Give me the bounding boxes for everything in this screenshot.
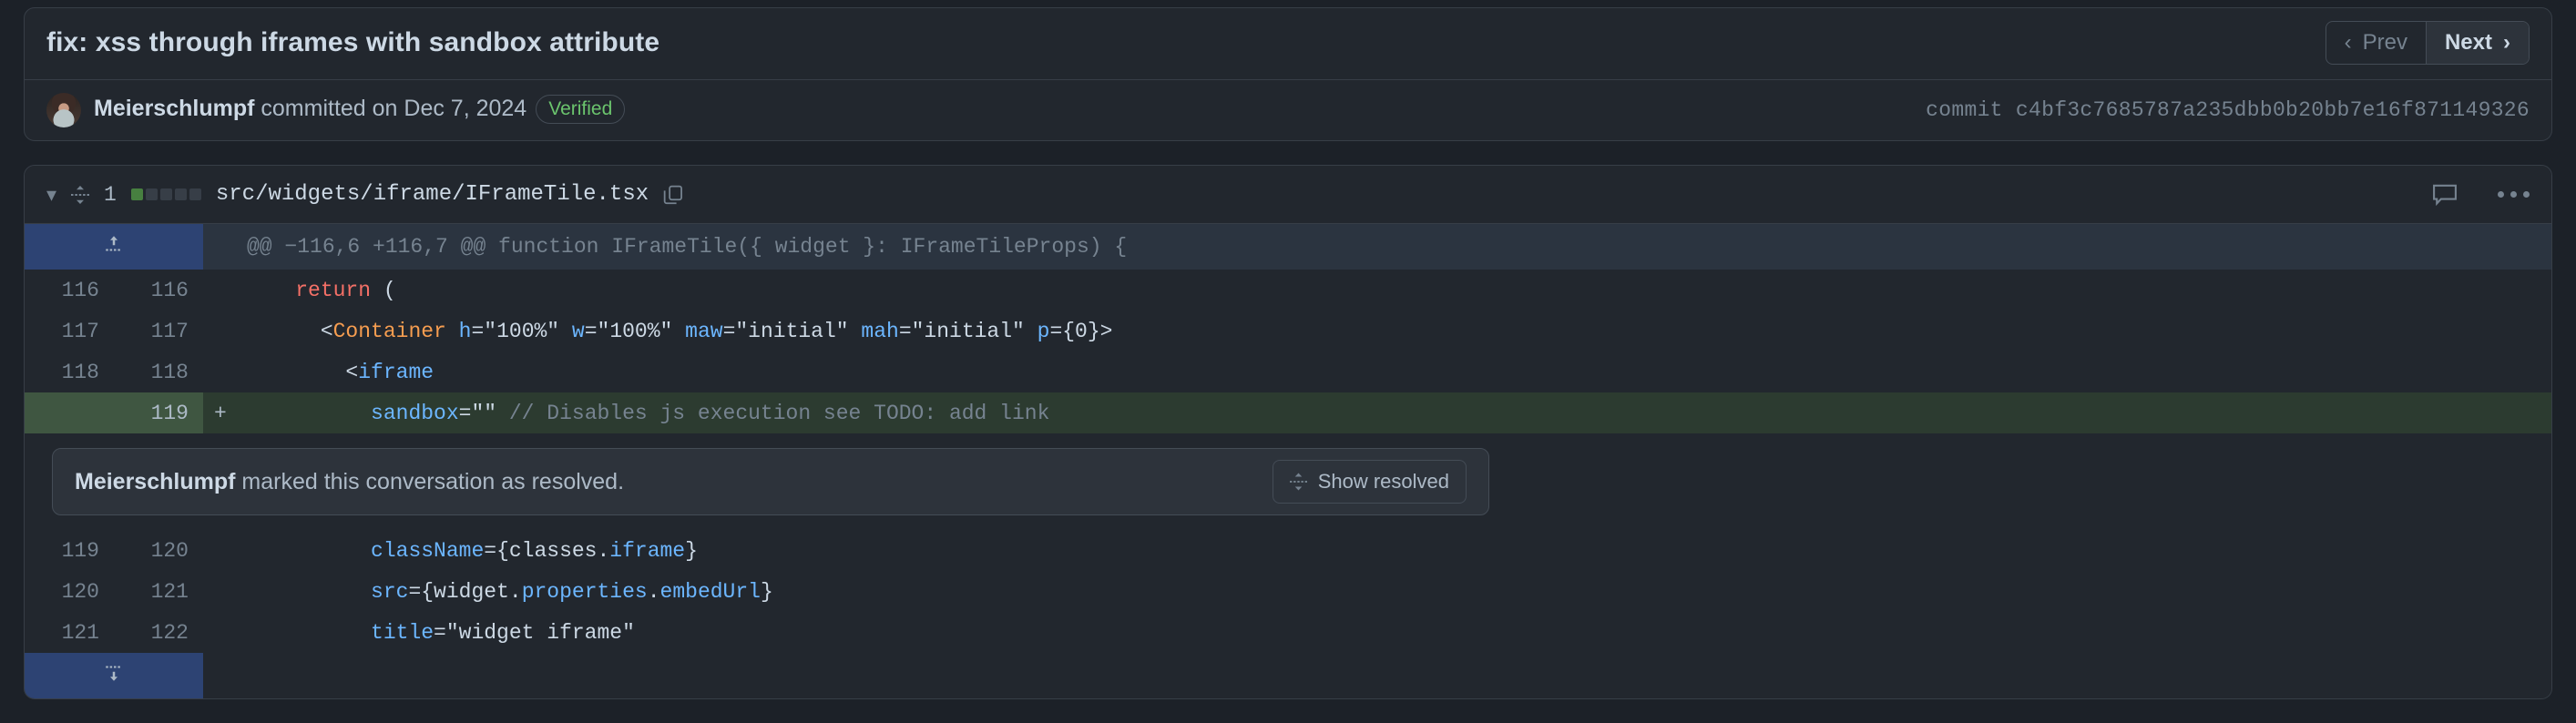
diff-line-118[interactable]: 118 118 <iframe bbox=[25, 351, 2551, 392]
hunk-header-row: @@ −116,6 +116,7 @@ function IFrameTile(… bbox=[25, 224, 2551, 270]
expand-down-icon bbox=[105, 663, 123, 683]
commit-date: committed on Dec 7, 2024 bbox=[254, 96, 527, 121]
expand-up-icon bbox=[105, 234, 123, 254]
line-sign bbox=[203, 530, 234, 571]
new-line-number: 118 bbox=[114, 351, 203, 392]
new-line-number: 119 bbox=[114, 392, 203, 433]
expand-up-button[interactable] bbox=[25, 224, 203, 270]
commit-header-panel: fix: xss through iframes with sandbox at… bbox=[24, 7, 2552, 141]
new-line-number: 117 bbox=[114, 311, 203, 351]
commit-meta-row: Meierschlumpf committed on Dec 7, 2024 Ve… bbox=[25, 80, 2551, 140]
code-line: <iframe bbox=[234, 351, 2551, 392]
new-line-number: 120 bbox=[114, 530, 203, 571]
code-line: title="widget iframe" bbox=[234, 612, 2551, 653]
commit-title-row: fix: xss through iframes with sandbox at… bbox=[25, 8, 2551, 80]
resolved-conversation-row: Meierschlumpf marked this conversation a… bbox=[25, 433, 2551, 530]
next-label: Next bbox=[2444, 30, 2492, 55]
new-line-number: 122 bbox=[114, 612, 203, 653]
code-line: <Container h="100%" w="100%" maw="initia… bbox=[234, 311, 2551, 351]
commit-sha-row: commit c4bf3c7685787a235dbb0b20bb7e16f87… bbox=[1926, 98, 2530, 122]
diff-line-116[interactable]: 116 116 return ( bbox=[25, 270, 2551, 311]
line-sign bbox=[203, 571, 234, 612]
line-sign bbox=[203, 351, 234, 392]
old-line-number bbox=[25, 392, 114, 433]
diff-line-117[interactable]: 117 117 <Container h="100%" w="100%" maw… bbox=[25, 311, 2551, 351]
file-diff-panel: ▾ 1 src/widgets/iframe/IFrameTile.tsx @@… bbox=[24, 165, 2552, 699]
resolved-conversation-box: Meierschlumpf marked this conversation a… bbox=[52, 448, 1489, 515]
comment-icon[interactable] bbox=[2432, 182, 2458, 208]
diff-line-120[interactable]: 119 120 className={classes.iframe} bbox=[25, 530, 2551, 571]
kebab-menu-icon[interactable] bbox=[2498, 191, 2530, 198]
hunk-header-text: @@ −116,6 +116,7 @@ function IFrameTile(… bbox=[203, 224, 2551, 270]
file-header: ▾ 1 src/widgets/iframe/IFrameTile.tsx bbox=[25, 166, 2551, 224]
expand-down-button[interactable] bbox=[25, 653, 203, 698]
prev-commit-button[interactable]: ‹ Prev bbox=[2326, 22, 2426, 64]
commit-diff-page: fix: xss through iframes with sandbox at… bbox=[0, 7, 2576, 723]
code-line: return ( bbox=[234, 270, 2551, 311]
commit-sha[interactable]: c4bf3c7685787a235dbb0b20bb7e16f871149326 bbox=[2016, 98, 2530, 122]
expand-bottom-row bbox=[25, 653, 2551, 698]
old-line-number: 120 bbox=[25, 571, 114, 612]
old-line-number: 118 bbox=[25, 351, 114, 392]
commit-navigation: ‹ Prev Next › bbox=[2325, 21, 2530, 65]
resolved-message: Meierschlumpf marked this conversation a… bbox=[75, 469, 624, 495]
status-badge: Verified bbox=[536, 95, 626, 124]
author-name[interactable]: Meierschlumpf bbox=[94, 96, 254, 121]
diff-line-121[interactable]: 120 121 src={widget.properties.embedUrl} bbox=[25, 571, 2551, 612]
commit-label: commit bbox=[1926, 98, 2003, 122]
diff-body: @@ −116,6 +116,7 @@ function IFrameTile(… bbox=[25, 224, 2551, 698]
old-line-number: 121 bbox=[25, 612, 114, 653]
avatar[interactable] bbox=[46, 93, 81, 127]
unfold-icon[interactable] bbox=[71, 184, 90, 206]
copy-icon[interactable] bbox=[663, 185, 683, 205]
commit-author-line: Meierschlumpf committed on Dec 7, 2024 Ve… bbox=[94, 95, 626, 125]
new-line-number: 116 bbox=[114, 270, 203, 311]
chevron-right-icon: › bbox=[2503, 30, 2510, 55]
prev-label: Prev bbox=[2362, 30, 2407, 55]
code-line: className={classes.iframe} bbox=[234, 530, 2551, 571]
diff-stat-bar bbox=[130, 188, 201, 200]
chevron-left-icon: ‹ bbox=[2344, 30, 2352, 55]
code-line: src={widget.properties.embedUrl} bbox=[234, 571, 2551, 612]
line-sign: + bbox=[203, 392, 234, 433]
chevron-down-icon[interactable]: ▾ bbox=[46, 183, 56, 207]
show-resolved-button[interactable]: Show resolved bbox=[1272, 460, 1467, 504]
line-sign bbox=[203, 270, 234, 311]
code-line: sandbox="" // Disables js execution see … bbox=[234, 392, 2551, 433]
line-sign bbox=[203, 612, 234, 653]
old-line-number: 119 bbox=[25, 530, 114, 571]
old-line-number: 116 bbox=[25, 270, 114, 311]
old-line-number: 117 bbox=[25, 311, 114, 351]
show-resolved-label: Show resolved bbox=[1317, 470, 1449, 493]
diff-line-added-119[interactable]: 119 + sandbox="" // Disables js executio… bbox=[25, 392, 2551, 433]
changed-lines-count: 1 bbox=[104, 182, 117, 207]
page-title: fix: xss through iframes with sandbox at… bbox=[46, 27, 660, 57]
next-commit-button[interactable]: Next › bbox=[2425, 22, 2529, 64]
resolved-author[interactable]: Meierschlumpf bbox=[75, 469, 235, 494]
new-line-number: 121 bbox=[114, 571, 203, 612]
line-sign bbox=[203, 311, 234, 351]
diff-line-122[interactable]: 121 122 title="widget iframe" bbox=[25, 612, 2551, 653]
resolved-message-text: marked this conversation as resolved. bbox=[235, 468, 625, 494]
unfold-icon bbox=[1289, 472, 1307, 492]
diff-table: @@ −116,6 +116,7 @@ function IFrameTile(… bbox=[25, 224, 2551, 698]
file-path[interactable]: src/widgets/iframe/IFrameTile.tsx bbox=[216, 182, 649, 207]
